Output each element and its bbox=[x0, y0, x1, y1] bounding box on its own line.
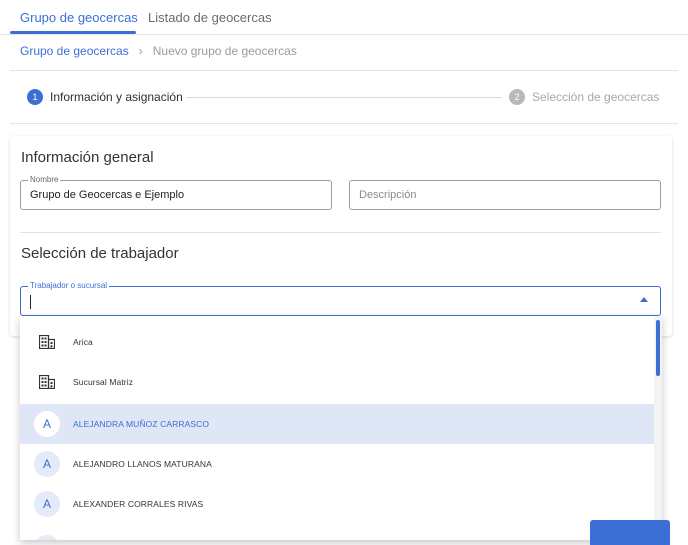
dropdown-scrollbar[interactable] bbox=[654, 316, 662, 540]
avatar: A bbox=[34, 451, 60, 477]
avatar: A bbox=[34, 491, 60, 517]
chevron-up-icon[interactable] bbox=[640, 297, 648, 302]
building-icon bbox=[39, 335, 55, 349]
next-button[interactable] bbox=[590, 520, 670, 545]
worker-dropdown-panel[interactable]: Arica Sucursal Matriz A ALEJANDRA MUÑOZ … bbox=[20, 316, 662, 540]
step-2-number: 2 bbox=[509, 89, 525, 105]
text-caret bbox=[30, 295, 31, 309]
section-title-informacion-general: Información general bbox=[21, 149, 154, 166]
tab-listado-de-geocercas[interactable]: Listado de geocercas bbox=[148, 10, 272, 36]
breadcrumb-divider bbox=[10, 70, 678, 71]
dropdown-option[interactable]: A ALEJANDRO LLANOS MATURANA bbox=[20, 444, 654, 484]
dropdown-option-label: Sucursal Matriz bbox=[73, 377, 134, 387]
dropdown-option-label: ALEJANDRO LLANOS MATURANA bbox=[73, 459, 212, 469]
stepper-divider bbox=[10, 123, 678, 124]
dropdown-option-label: ALEJANDRA MUÑOZ CARRASCO bbox=[73, 419, 210, 429]
name-field-legend: Nombre bbox=[28, 175, 61, 185]
dropdown-option[interactable]: A bbox=[20, 528, 654, 540]
card-divider bbox=[20, 232, 661, 233]
section-title-seleccion-de-trabajador: Selección de trabajador bbox=[21, 245, 179, 262]
breadcrumb-separator: › bbox=[138, 44, 143, 58]
stepper: 1 Información y asignación 2 Selección d… bbox=[0, 86, 688, 108]
dropdown-scrollbar-thumb[interactable] bbox=[656, 320, 660, 376]
description-field[interactable]: Descripción bbox=[349, 180, 661, 210]
name-field[interactable]: Nombre Grupo de Geocercas e Ejemplo bbox=[20, 175, 332, 210]
dropdown-option[interactable]: Sucursal Matriz bbox=[20, 362, 654, 402]
building-icon bbox=[39, 375, 55, 389]
breadcrumb-current: Nuevo grupo de geocercas bbox=[152, 44, 297, 58]
tabs-divider bbox=[0, 34, 688, 35]
step-1-label[interactable]: Información y asignación bbox=[50, 90, 183, 104]
avatar: A bbox=[34, 535, 60, 540]
name-field-value: Grupo de Geocercas e Ejemplo bbox=[30, 189, 185, 201]
dropdown-option[interactable]: A ALEXANDER CORRALES RIVAS bbox=[20, 484, 654, 524]
dropdown-option-label: Arica bbox=[73, 337, 93, 347]
step-connector-line bbox=[186, 97, 502, 98]
worker-field-legend: Trabajador o sucursal bbox=[28, 281, 110, 291]
step-1-number: 1 bbox=[27, 89, 43, 105]
description-field-placeholder: Descripción bbox=[359, 189, 417, 201]
dropdown-option[interactable]: Arica bbox=[20, 322, 654, 362]
dropdown-option-label: ALEXANDER CORRALES RIVAS bbox=[73, 499, 204, 509]
step-2-label[interactable]: Selección de geocercas bbox=[532, 90, 659, 104]
avatar: A bbox=[34, 411, 60, 437]
breadcrumb: Grupo de geocercas › Nuevo grupo de geoc… bbox=[20, 44, 297, 58]
dropdown-option[interactable]: A ALEJANDRA MUÑOZ CARRASCO bbox=[20, 404, 654, 444]
breadcrumb-parent-link[interactable]: Grupo de geocercas bbox=[20, 44, 129, 58]
top-tabs: Grupo de geocercas Listado de geocercas bbox=[0, 0, 688, 36]
worker-or-branch-input[interactable]: Trabajador o sucursal bbox=[20, 281, 661, 316]
